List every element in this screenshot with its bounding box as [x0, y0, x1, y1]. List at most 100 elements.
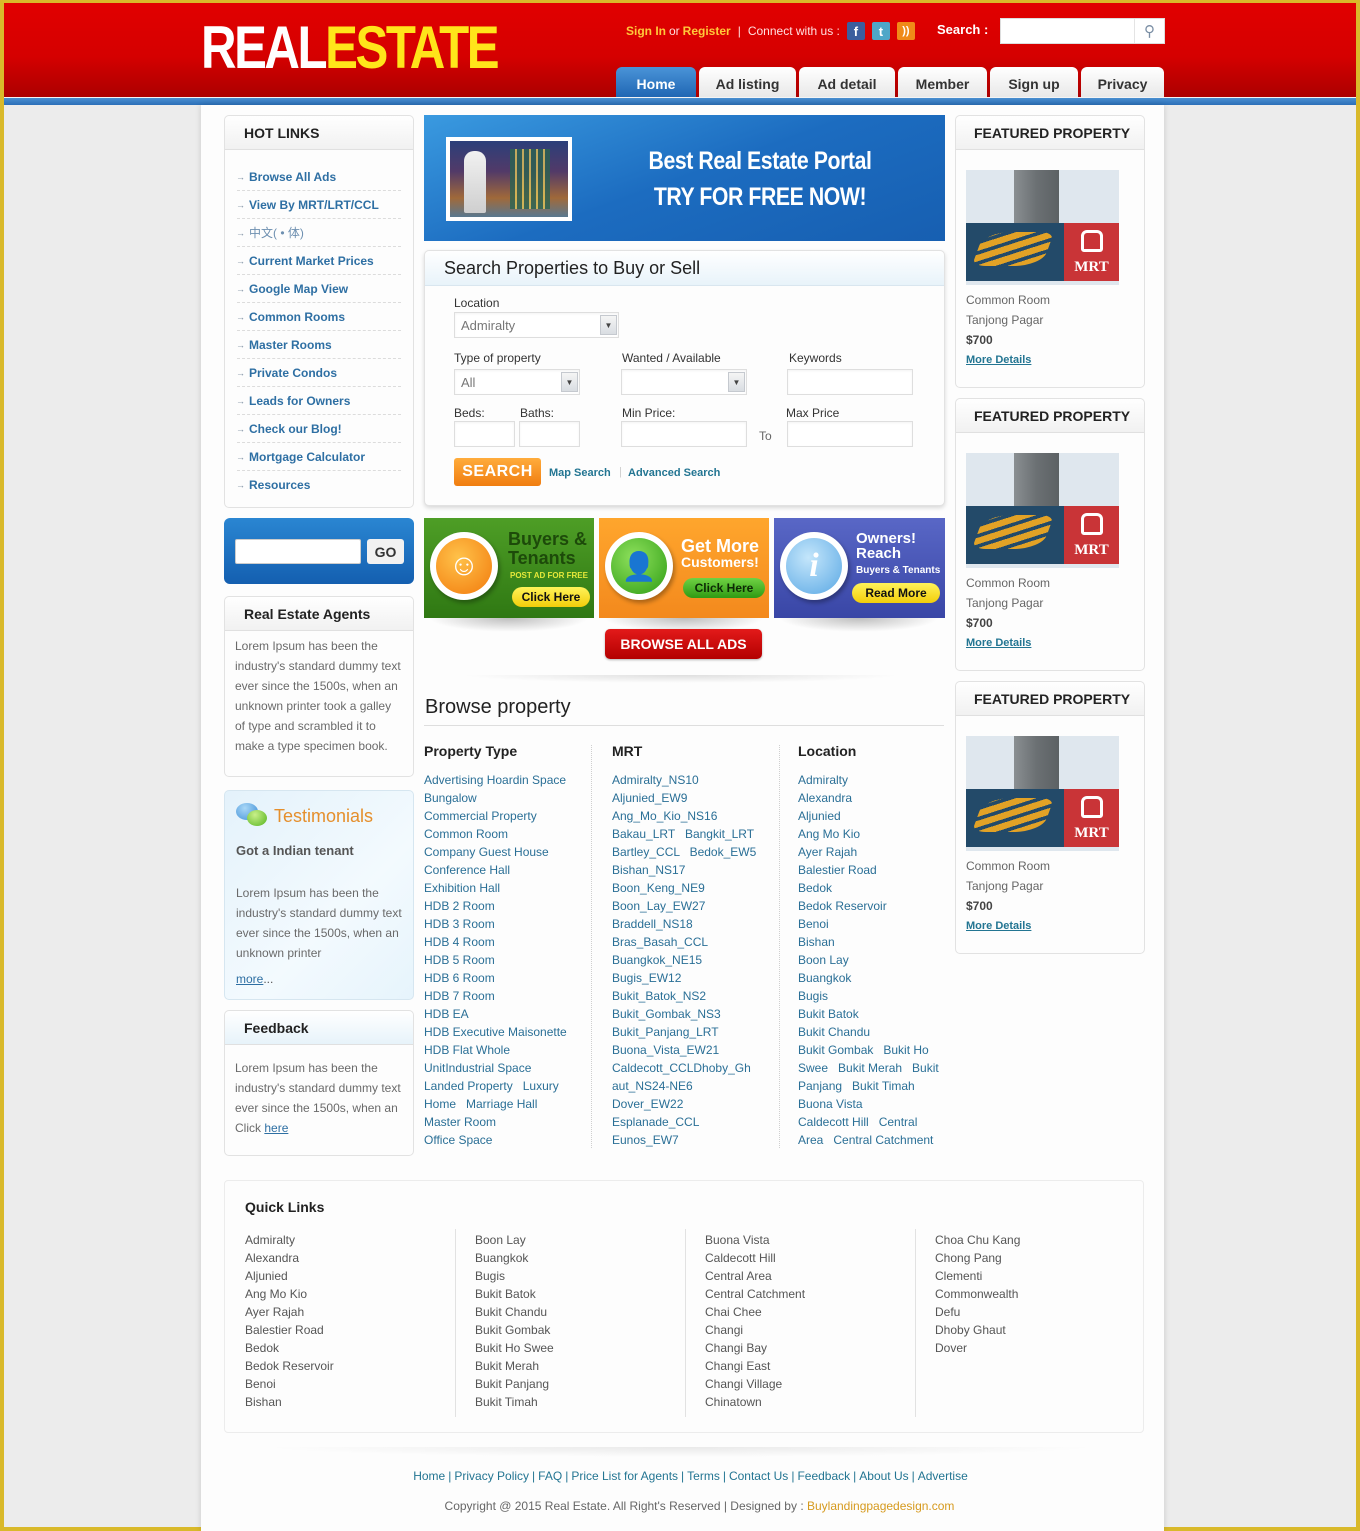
mrt-link[interactable]: Boon_Lay_EW27	[612, 897, 782, 915]
tab-member[interactable]: Member	[898, 67, 987, 100]
hot-link-item[interactable]: → 中文( • 体)	[236, 219, 401, 247]
footer-link[interactable]: Contact Us	[729, 1469, 788, 1483]
quick-link[interactable]: Ang Mo Kio	[245, 1285, 334, 1303]
quick-link[interactable]: Dover	[935, 1339, 1020, 1357]
quick-link[interactable]: Bukit Panjang	[475, 1375, 554, 1393]
mrt-link[interactable]: Bukit_Gombak_NS3	[612, 1005, 782, 1023]
mrt-link[interactable]: Admiralty_NS10	[612, 771, 782, 789]
tab-ad-listing[interactable]: Ad listing	[699, 67, 796, 100]
location-link[interactable]: Bugis	[798, 987, 948, 1005]
promo-buyers-tenants[interactable]: ☺ Buyers & Tenants POST AD FOR FREE Clic…	[424, 518, 594, 618]
hot-link-item[interactable]: → Common Rooms	[236, 303, 401, 331]
property-type-link[interactable]: HDB 5 Room	[424, 951, 594, 969]
location-link[interactable]: Ayer Rajah	[798, 843, 948, 861]
footer-link[interactable]: About Us	[859, 1469, 908, 1483]
advanced-search-link[interactable]: Advanced Search	[628, 467, 720, 479]
location-link[interactable]: Benoi	[798, 915, 948, 933]
property-type-link[interactable]: HDB 2 Room	[424, 897, 594, 915]
tab-home[interactable]: Home	[616, 67, 696, 100]
tab-ad-detail[interactable]: Ad detail	[799, 67, 895, 100]
mrt-link[interactable]: Eunos_EW7	[612, 1131, 782, 1149]
baths-input[interactable]	[519, 421, 580, 447]
location-link[interactable]: Ang Mo Kio	[798, 825, 948, 843]
quick-link[interactable]: Bugis	[475, 1267, 554, 1285]
mrt-link[interactable]: Bartley_CCL Bedok_EW5	[612, 843, 782, 861]
location-link[interactable]: Buangkok	[798, 969, 948, 987]
quick-link[interactable]: Buona Vista	[705, 1231, 805, 1249]
hot-link-item[interactable]: → Private Condos	[236, 359, 401, 387]
location-link[interactable]: Admiralty	[798, 771, 948, 789]
click-here-button[interactable]: Click Here	[683, 578, 765, 598]
facebook-icon[interactable]: f	[846, 22, 865, 40]
location-link[interactable]: Alexandra	[798, 789, 948, 807]
keywords-input[interactable]	[787, 369, 913, 395]
quick-link[interactable]: Dhoby Ghaut	[935, 1321, 1020, 1339]
location-link[interactable]: Boon Lay	[798, 951, 948, 969]
promo-banner[interactable]: Best Real Estate Portal TRY FOR FREE NOW…	[424, 115, 945, 241]
quick-link[interactable]: Bukit Ho Swee	[475, 1339, 554, 1357]
max-price-input[interactable]	[787, 421, 913, 447]
hot-link-item[interactable]: → Browse All Ads	[236, 163, 401, 191]
mrt-link[interactable]: Buona_Vista_EW21	[612, 1041, 782, 1059]
footer-link[interactable]: Terms	[687, 1469, 720, 1483]
hot-link-view-by-mrt[interactable]: View By MRT/LRT/CCL	[249, 198, 379, 212]
quick-link[interactable]: Changi East	[705, 1357, 805, 1375]
sign-in-link[interactable]: Sign In	[626, 24, 666, 38]
quick-link[interactable]: Bishan	[245, 1393, 334, 1411]
quick-link[interactable]: Bedok Reservoir	[245, 1357, 334, 1375]
location-select[interactable]: Admiralty ▼	[454, 312, 619, 338]
hot-link-item[interactable]: → Current Market Prices	[236, 247, 401, 275]
search-button[interactable]: SEARCH	[454, 458, 541, 486]
property-type-link[interactable]: HDB EA	[424, 1005, 594, 1023]
quick-link[interactable]: Bukit Chandu	[475, 1303, 554, 1321]
hot-link-leads-for-owners[interactable]: Leads for Owners	[249, 394, 350, 408]
footer-link[interactable]: Home	[413, 1469, 445, 1483]
property-type-link[interactable]: HDB 6 Room	[424, 969, 594, 987]
hot-link-market-prices[interactable]: Current Market Prices	[249, 254, 374, 268]
location-link[interactable]: Bukit Gombak Bukit Ho	[798, 1041, 948, 1059]
footer-link[interactable]: Advertise	[918, 1469, 968, 1483]
hot-link-item[interactable]: → Check our Blog!	[236, 415, 401, 443]
location-link[interactable]: Bedok Reservoir	[798, 897, 948, 915]
quick-link[interactable]: Changi Bay	[705, 1339, 805, 1357]
beds-input[interactable]	[454, 421, 515, 447]
quick-link[interactable]: Bukit Batok	[475, 1285, 554, 1303]
property-type-link[interactable]: Bungalow	[424, 789, 594, 807]
mrt-link[interactable]: Bukit_Batok_NS2	[612, 987, 782, 1005]
quick-link[interactable]: Aljunied	[245, 1267, 334, 1285]
location-link[interactable]: Swee Bukit Merah Bukit	[798, 1059, 948, 1077]
property-type-link[interactable]: HDB Flat Whole	[424, 1041, 594, 1059]
rss-icon[interactable]: ))	[896, 22, 915, 40]
property-photo[interactable]: MRT	[966, 453, 1119, 568]
property-type-link[interactable]: HDB 7 Room	[424, 987, 594, 1005]
property-type-link[interactable]: Advertising Hoardin Space	[424, 771, 594, 789]
quick-link[interactable]: Balestier Road	[245, 1321, 334, 1339]
property-type-select[interactable]: All ▼	[454, 369, 580, 395]
mrt-link[interactable]: Braddell_NS18	[612, 915, 782, 933]
quick-link[interactable]: Changi Village	[705, 1375, 805, 1393]
quick-link[interactable]: Bedok	[245, 1339, 334, 1357]
more-details-link[interactable]: More Details	[966, 354, 1031, 366]
hot-link-resources[interactable]: Resources	[249, 478, 310, 492]
location-link[interactable]: Aljunied	[798, 807, 948, 825]
register-link[interactable]: Register	[683, 24, 731, 38]
quick-link[interactable]: Central Catchment	[705, 1285, 805, 1303]
hot-link-blog[interactable]: Check our Blog!	[249, 422, 342, 436]
logo[interactable]: REALESTATE	[201, 17, 500, 79]
quick-link[interactable]: Bukit Merah	[475, 1357, 554, 1375]
min-price-input[interactable]	[621, 421, 747, 447]
mrt-link[interactable]: Bras_Basah_CCL	[612, 933, 782, 951]
property-type-link[interactable]: Exhibition Hall	[424, 879, 594, 897]
quick-link[interactable]: Defu	[935, 1303, 1020, 1321]
quick-link[interactable]: Admiralty	[245, 1231, 334, 1249]
hot-link-common-rooms[interactable]: Common Rooms	[249, 310, 345, 324]
quick-link[interactable]: Benoi	[245, 1375, 334, 1393]
quick-link[interactable]: Commonwealth	[935, 1285, 1020, 1303]
hot-link-master-rooms[interactable]: Master Rooms	[249, 338, 332, 352]
location-link[interactable]: Area Central Catchment	[798, 1131, 948, 1149]
hot-link-item[interactable]: → Master Rooms	[236, 331, 401, 359]
quick-link[interactable]: Chinatown	[705, 1393, 805, 1411]
footer-link[interactable]: Feedback	[797, 1469, 850, 1483]
property-type-link[interactable]: Company Guest House	[424, 843, 594, 861]
property-photo[interactable]: MRT	[966, 170, 1119, 285]
